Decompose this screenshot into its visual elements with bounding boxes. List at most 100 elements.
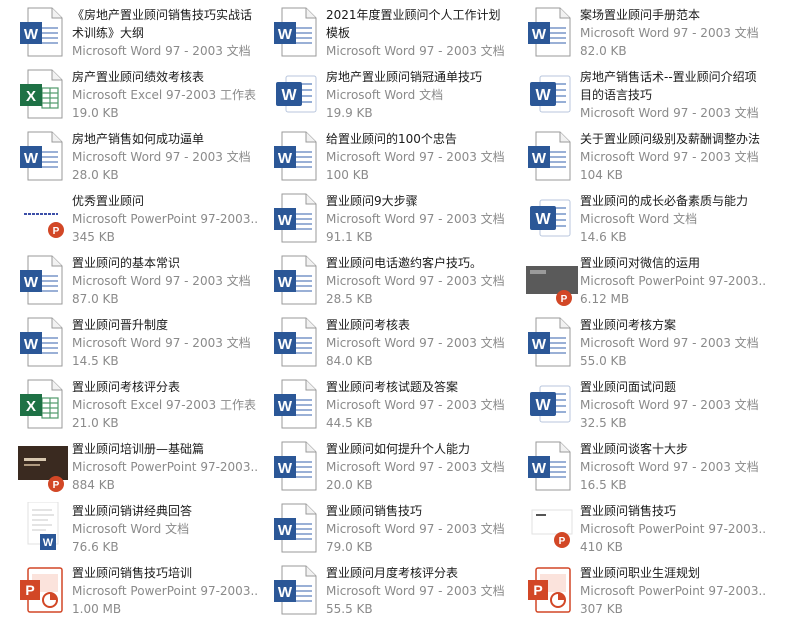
svg-text:P: P (25, 582, 34, 598)
file-size: 104 KB (580, 168, 623, 182)
word-doc-icon: W (272, 564, 324, 616)
svg-text:W: W (278, 584, 293, 601)
file-name: 置业顾问职业生涯规划 (580, 566, 701, 580)
file-name: 置业顾问对微信的运用 (580, 256, 701, 270)
word-app-icon: W (526, 68, 578, 120)
svg-text:W: W (278, 522, 293, 539)
file-type: Microsoft Word 97 - 2003 文档 (72, 150, 251, 164)
file-item[interactable]: P 置业顾问培训册—基础篇 Microsoft PowerPoint 97-2003… (4, 436, 258, 498)
file-type: Microsoft Word 97 - 2003 文档 (326, 460, 505, 474)
file-item[interactable]: W 置业顾问考核方案 Microsoft Word 97 - 2003 文档 55.0… (512, 312, 766, 374)
file-type: Microsoft PowerPoint 97-2003... (72, 212, 258, 226)
file-type: Microsoft Word 97 - 2003 文档 (326, 398, 505, 412)
file-size: 28.5 KB (326, 292, 373, 306)
file-type: Microsoft Word 97 - 2003 文档 (326, 274, 505, 288)
file-item[interactable]: W 房地产销售如何成功逼单 Microsoft Word 97 - 2003 文档 2… (4, 126, 258, 188)
file-item[interactable]: W 2021年度置业顾问个人工作计划模板 Microsoft Word 97 - 2… (258, 2, 512, 64)
file-name: 置业顾问面试问题 (580, 380, 677, 394)
file-size: 32.5 KB (580, 416, 627, 430)
powerpoint-icon: P (18, 564, 70, 616)
svg-text:W: W (24, 26, 39, 43)
file-type: Microsoft Word 97 - 2003 文档 (72, 44, 251, 58)
slide-thumbnail-icon: P (18, 440, 70, 492)
file-type: Microsoft PowerPoint 97-2003... (580, 584, 766, 598)
file-item[interactable]: W 置业顾问晋升制度 Microsoft Word 97 - 2003 文档 14.5… (4, 312, 258, 374)
file-type: Microsoft PowerPoint 97-2003... (72, 584, 258, 598)
file-item[interactable]: P 置业顾问职业生涯规划 Microsoft PowerPoint 97-2003.… (512, 560, 766, 622)
svg-text:W: W (278, 26, 293, 43)
file-item[interactable]: W 置业顾问销讲经典回答 Microsoft Word 文档 76.6 KB (4, 498, 258, 560)
file-item[interactable]: W 置业顾问谈客十大步 Microsoft Word 97 - 2003 文档 16.… (512, 436, 766, 498)
file-size: 410 KB (580, 540, 623, 554)
file-item[interactable]: W 置业顾问的成长必备素质与能力 Microsoft Word 文档 14.6 KB (512, 188, 766, 250)
word-doc-icon: W (272, 130, 324, 182)
svg-text:W: W (535, 211, 551, 228)
file-item[interactable]: W 房地产销售话术--置业顾问介绍项目的语言技巧 Microsoft Word 97… (512, 64, 766, 126)
file-name: 置业顾问考核表 (326, 318, 411, 332)
word-doc-icon: W (526, 316, 578, 368)
file-size: 19.0 KB (72, 106, 119, 120)
file-item[interactable]: W 置业顾问电话邀约客户技巧。 Microsoft Word 97 - 2003 文… (258, 250, 512, 312)
slide-thumbnail-icon: P (526, 254, 578, 306)
file-name: 置业顾问考核方案 (580, 318, 677, 332)
file-item[interactable]: P 置业顾问销售技巧 Microsoft PowerPoint 97-2003...… (512, 498, 766, 560)
file-item[interactable]: W 房地产置业顾问销冠通单技巧 Microsoft Word 文档 19.9 KB (258, 64, 512, 126)
svg-text:P: P (559, 536, 566, 547)
file-item[interactable]: W 置业顾问面试问题 Microsoft Word 97 - 2003 文档 32.5… (512, 374, 766, 436)
svg-text:X: X (26, 88, 36, 105)
file-name: 置业顾问如何提升个人能力 (326, 442, 471, 456)
file-size: 44.5 KB (326, 416, 373, 430)
file-item[interactable]: P 优秀置业顾问 Microsoft PowerPoint 97-2003... 34… (4, 188, 258, 250)
file-type: Microsoft Word 97 - 2003 文档 (326, 336, 505, 350)
file-type: Microsoft PowerPoint 97-2003... (580, 522, 766, 536)
file-name: 置业顾问晋升制度 (72, 318, 169, 332)
file-item[interactable]: W 置业顾问的基本常识 Microsoft Word 97 - 2003 文档 87.… (4, 250, 258, 312)
file-type: Microsoft Word 97 - 2003 文档 (326, 584, 505, 598)
word-doc-icon: W (272, 316, 324, 368)
file-item[interactable]: W 置业顾问考核试题及答案 Microsoft Word 97 - 2003 文档 4… (258, 374, 512, 436)
file-size: 16.5 KB (580, 478, 627, 492)
file-size: 21.0 KB (72, 416, 119, 430)
file-name: 置业顾问考核评分表 (72, 380, 181, 394)
file-type: Microsoft Word 97 - 2003 文档 (326, 212, 505, 226)
file-type: Microsoft Word 97 - 2003 文档 (72, 274, 251, 288)
svg-text:P: P (561, 294, 568, 305)
file-type: Microsoft Word 97 - 2003 文档 (580, 26, 759, 40)
file-item[interactable]: P 置业顾问对微信的运用 Microsoft PowerPoint 97-2003.… (512, 250, 766, 312)
word-app-icon: W (526, 378, 578, 430)
file-size: 55.0 KB (580, 354, 627, 368)
file-type: Microsoft Word 97 - 2003 文档 (580, 398, 759, 412)
file-item[interactable]: W 案场置业顾问手册范本 Microsoft Word 97 - 2003 文档 82… (512, 2, 766, 64)
file-type: Microsoft PowerPoint 97-2003... (580, 274, 766, 288)
svg-text:W: W (24, 274, 39, 291)
svg-text:P: P (53, 226, 60, 237)
file-item[interactable]: W 置业顾问9大步骤 Microsoft Word 97 - 2003 文档 91.1… (258, 188, 512, 250)
file-item[interactable]: W 置业顾问月度考核评分表 Microsoft Word 97 - 2003 文档 5… (258, 560, 512, 622)
file-name: 置业顾问月度考核评分表 (326, 566, 459, 580)
file-item[interactable]: W 置业顾问如何提升个人能力 Microsoft Word 97 - 2003 文档… (258, 436, 512, 498)
file-item[interactable]: W 给置业顾问的100个忠告 Microsoft Word 97 - 2003 文档… (258, 126, 512, 188)
file-name: 置业顾问9大步骤 (326, 194, 418, 208)
file-type: Microsoft Word 文档 (580, 212, 698, 226)
file-type: Microsoft Word 97 - 2003 文档 (580, 460, 759, 474)
file-item[interactable]: W 关于置业顾问级别及薪酬调整办法 Microsoft Word 97 - 2003… (512, 126, 766, 188)
file-item[interactable]: W 置业顾问销售技巧 Microsoft Word 97 - 2003 文档 79.0… (258, 498, 512, 560)
word-doc-icon: W (272, 502, 324, 554)
file-size: 79.0 KB (326, 540, 373, 554)
file-item[interactable]: W 《房地产置业顾问销售技巧实战话术训练》大纲 Microsoft Word 97 … (4, 2, 258, 64)
file-type: Microsoft Word 文档 (326, 88, 444, 102)
svg-text:W: W (532, 26, 547, 43)
svg-text:W: W (278, 150, 293, 167)
file-type: Microsoft Word 97 - 2003 文档 (72, 336, 251, 350)
file-item[interactable]: W 置业顾问考核表 Microsoft Word 97 - 2003 文档 84.0 … (258, 312, 512, 374)
file-size: 307 KB (580, 602, 623, 616)
file-size: 884 KB (72, 478, 115, 492)
file-type: Microsoft Word 97 - 2003 文档 (580, 336, 759, 350)
file-item[interactable]: X 置业顾问考核评分表 Microsoft Excel 97-2003 工作表 21.… (4, 374, 258, 436)
file-item[interactable]: X 房产置业顾问绩效考核表 Microsoft Excel 97-2003 工作表 1… (4, 64, 258, 126)
file-name: 《房地产置业顾问销售技巧实战话术训练》大纲 (72, 8, 253, 40)
svg-text:W: W (281, 87, 297, 104)
powerpoint-icon: P (526, 564, 578, 616)
file-item[interactable]: P 置业顾问销售技巧培训 Microsoft PowerPoint 97-2003.… (4, 560, 258, 622)
slide-thumbnail-icon: P (18, 192, 70, 244)
